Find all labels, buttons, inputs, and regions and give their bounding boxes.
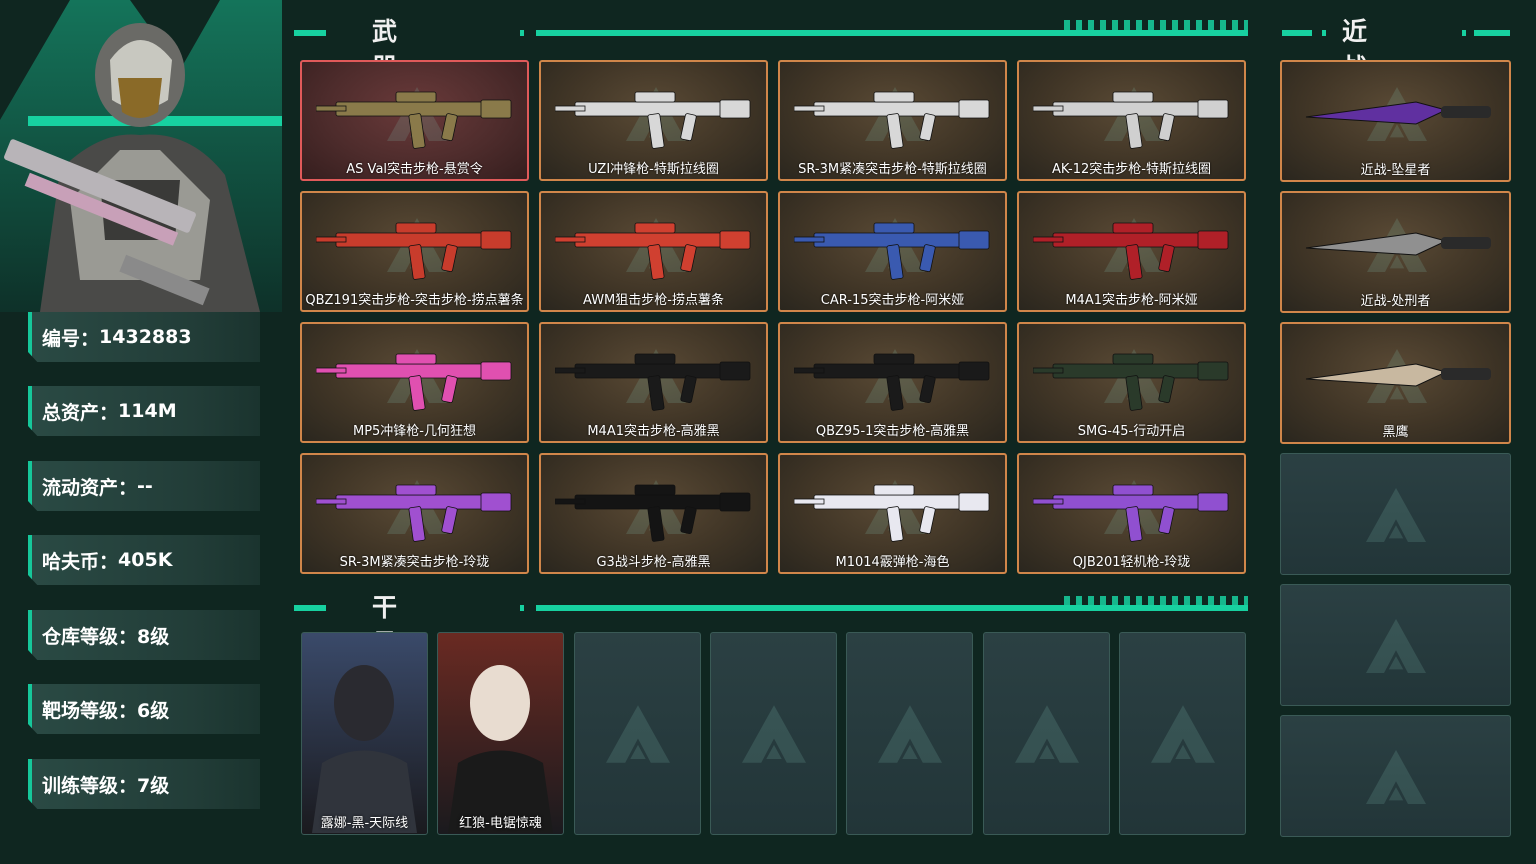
weapon-skin-name: AK-12突击步枪-特斯拉线圈 xyxy=(1052,162,1211,177)
weapon-skin-name: UZI冲锋枪-特斯拉线圈 xyxy=(588,162,719,177)
melee-skin-card[interactable]: 黑鹰 xyxy=(1280,322,1511,444)
stat-warehouse-level: 仓库等级： 8级 xyxy=(28,610,260,660)
weapon-image xyxy=(794,91,990,149)
brand-watermark-icon xyxy=(742,705,806,763)
operator-image xyxy=(312,665,417,833)
operator-skin-card[interactable]: 红狼-电锯惊魂 xyxy=(437,632,564,835)
empty-operator-slot xyxy=(983,632,1110,835)
weapon-image xyxy=(794,353,990,411)
weapon-skin-card[interactable]: G3战斗步枪-高雅黑 xyxy=(539,453,768,574)
weapon-skin-card[interactable]: CAR-15突击步枪-阿米娅 xyxy=(778,191,1007,312)
brand-watermark-icon xyxy=(1015,705,1079,763)
brand-watermark-icon xyxy=(1366,619,1426,673)
weapon-image xyxy=(555,222,751,280)
weapon-skin-card[interactable]: M1014霰弹枪-海色 xyxy=(778,453,1007,574)
knife-image xyxy=(1305,101,1491,125)
empty-operator-slot xyxy=(1119,632,1246,835)
weapon-skin-card[interactable]: UZI冲锋枪-特斯拉线圈 xyxy=(539,60,768,181)
weapon-skin-name: AS Val突击步枪-悬赏令 xyxy=(346,162,483,177)
stat-id: 编号： 1432883 xyxy=(28,312,260,362)
weapon-image xyxy=(316,484,512,542)
weapon-skin-name: MP5冲锋枪-几何狂想 xyxy=(352,424,477,439)
weapon-skin-card[interactable]: AWM狙击步枪-捞点薯条 xyxy=(539,191,768,312)
stat-hafu-coin: 哈夫币： 405K xyxy=(28,535,260,585)
empty-melee-slot xyxy=(1280,715,1511,837)
stat-total-assets: 总资产： 114M xyxy=(28,386,260,436)
weapon-skin-card[interactable]: QBZ191突击步枪-突击步枪-捞点薯条 xyxy=(300,191,529,312)
brand-watermark-icon xyxy=(878,705,942,763)
empty-operator-slot xyxy=(710,632,837,835)
knife-image xyxy=(1305,232,1491,256)
stat-liquid-assets: 流动资产： -- xyxy=(28,461,260,511)
melee-skin-name: 近战-坠星者 xyxy=(1360,163,1431,178)
weapon-skin-name: QJB201轻机枪-玲珑 xyxy=(1072,555,1191,570)
operator-skin-name: 露娜-黑-天际线 xyxy=(320,816,409,831)
weapon-image xyxy=(555,91,751,149)
weapon-skin-name: QBZ191突击步枪-突击步枪-捞点薯条 xyxy=(305,293,524,308)
weapon-image xyxy=(316,222,512,280)
weapon-skin-card[interactable]: MP5冲锋枪-几何狂想 xyxy=(300,322,529,443)
weapon-image xyxy=(316,353,512,411)
weapon-skin-name: G3战斗步枪-高雅黑 xyxy=(596,555,711,570)
weapon-skin-name: M1014霰弹枪-海色 xyxy=(835,555,950,570)
operator-skin-name: 红狼-电锯惊魂 xyxy=(459,816,542,831)
brand-watermark-icon xyxy=(606,705,670,763)
empty-melee-slot xyxy=(1280,453,1511,575)
melee-skin-name: 近战-处刑者 xyxy=(1360,294,1431,309)
weapon-skin-name: AWM狙击步枪-捞点薯条 xyxy=(583,293,724,308)
weapon-skin-card[interactable]: QBZ95-1突击步枪-高雅黑 xyxy=(778,322,1007,443)
melee-skin-name: 黑鹰 xyxy=(1382,425,1409,440)
brand-watermark-icon xyxy=(1366,750,1426,804)
weapon-skin-card[interactable]: QJB201轻机枪-玲珑 xyxy=(1017,453,1246,574)
weapon-skin-card[interactable]: M4A1突击步枪-高雅黑 xyxy=(539,322,768,443)
operator-portrait xyxy=(0,0,282,312)
weapon-skin-name: SR-3M紧凑突击步枪-特斯拉线圈 xyxy=(798,162,987,177)
melee-skin-card[interactable]: 近战-坠星者 xyxy=(1280,60,1511,182)
weapon-image xyxy=(316,91,512,149)
weapon-skin-name: SMG-45-行动开启 xyxy=(1077,424,1186,439)
knife-image xyxy=(1305,363,1491,387)
weapon-image xyxy=(1033,353,1229,411)
stat-range-level: 靶场等级： 6级 xyxy=(28,684,260,734)
weapon-image xyxy=(555,353,751,411)
weapon-skin-card[interactable]: M4A1突击步枪-阿米娅 xyxy=(1017,191,1246,312)
melee-skin-card[interactable]: 近战-处刑者 xyxy=(1280,191,1511,313)
brand-watermark-icon xyxy=(1366,488,1426,542)
weapon-skin-card[interactable]: SR-3M紧凑突击步枪-特斯拉线圈 xyxy=(778,60,1007,181)
operator-skin-card[interactable]: 露娜-黑-天际线 xyxy=(301,632,428,835)
brand-watermark-icon xyxy=(1151,705,1215,763)
weapon-skin-name: CAR-15突击步枪-阿米娅 xyxy=(820,293,965,308)
weapon-image xyxy=(794,222,990,280)
weapon-image xyxy=(555,484,751,542)
weapon-skin-name: QBZ95-1突击步枪-高雅黑 xyxy=(815,424,970,439)
weapon-image xyxy=(794,484,990,542)
weapon-skin-name: SR-3M紧凑突击步枪-玲珑 xyxy=(339,555,490,570)
weapon-image xyxy=(1033,222,1229,280)
stat-training-level: 训练等级： 7级 xyxy=(28,759,260,809)
empty-operator-slot xyxy=(846,632,973,835)
empty-melee-slot xyxy=(1280,584,1511,706)
player-panel: 编号： 1432883 总资产： 114M 流动资产： -- 哈夫币： 405K 仓库等… xyxy=(0,0,282,864)
empty-operator-slot xyxy=(574,632,701,835)
weapon-skin-card[interactable]: AK-12突击步枪-特斯拉线圈 xyxy=(1017,60,1246,181)
weapon-skin-card[interactable]: SMG-45-行动开启 xyxy=(1017,322,1246,443)
weapon-image xyxy=(1033,484,1229,542)
weapon-skin-name: M4A1突击步枪-高雅黑 xyxy=(587,424,720,439)
weapon-image xyxy=(1033,91,1229,149)
weapon-skin-card[interactable]: AS Val突击步枪-悬赏令 xyxy=(300,60,529,181)
weapon-skin-card[interactable]: SR-3M紧凑突击步枪-玲珑 xyxy=(300,453,529,574)
weapon-skin-name: M4A1突击步枪-阿米娅 xyxy=(1065,293,1198,308)
operator-image xyxy=(448,665,553,833)
